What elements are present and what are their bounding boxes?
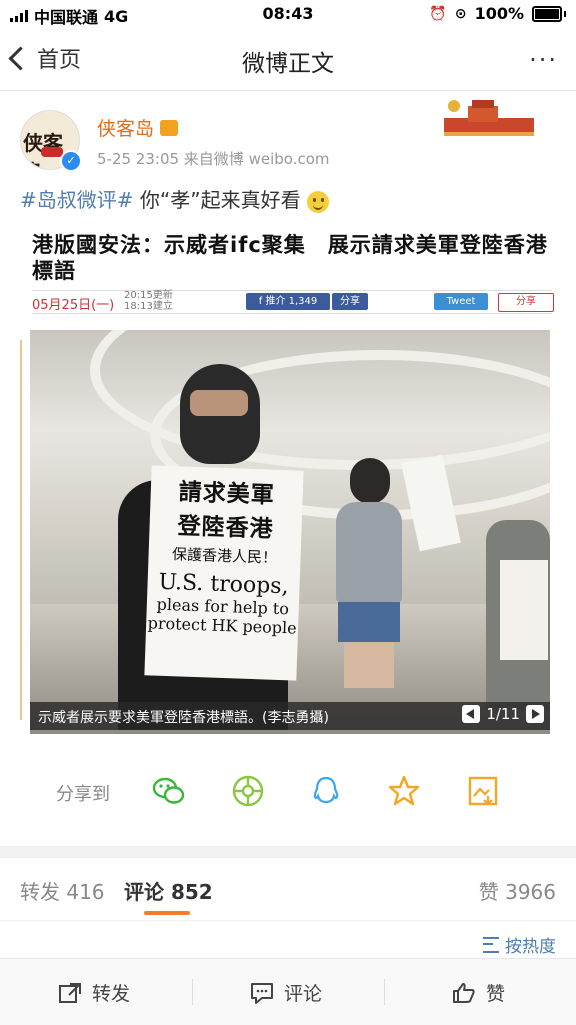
rotation-lock-icon: ⊙: [454, 5, 467, 22]
section-divider: [0, 846, 576, 858]
battery-icon: [532, 5, 562, 22]
verified-badge-icon: ✓: [60, 150, 82, 172]
comment-label: 评论: [284, 983, 323, 1005]
tab-like[interactable]: 赞 3966: [479, 876, 556, 905]
wechat-icon[interactable]: [152, 774, 186, 808]
interaction-tabs: 转发 416 评论 852 赞 3966: [0, 858, 576, 921]
facebook-share-button: 分享: [332, 293, 368, 310]
qq-icon[interactable]: [309, 774, 343, 808]
facebook-like-button: f 推介 1,349: [246, 293, 330, 310]
repost-button[interactable]: 转发: [58, 979, 130, 1006]
alarm-icon: ⏰: [429, 5, 447, 22]
photo-caption-bar: 示威者展示要求美軍登陸香港標語。(李志勇攝) 1/11: [30, 702, 550, 730]
news-date: 05月25日(一): [32, 298, 115, 313]
bottom-separator: [384, 979, 385, 1005]
share-label: 分享到: [56, 784, 110, 805]
protester-2: [330, 458, 410, 688]
share-row: 分享到: [0, 760, 576, 820]
active-tab-underline: [144, 911, 190, 915]
repost-icon: [59, 982, 81, 1003]
battery-cap: [564, 10, 566, 17]
smile-emoji-icon: [306, 190, 329, 213]
great-wall-badge-icon: [444, 100, 534, 136]
nav-bar: 首页 微博正文 ···: [0, 28, 576, 91]
hashtag-link[interactable]: #岛叔微评#: [20, 188, 134, 212]
bottom-action-bar: 转发 评论 赞: [0, 958, 576, 1025]
sort-icon: [483, 936, 499, 953]
page-title: 微博正文: [242, 51, 334, 77]
protest-sign-3: [500, 560, 548, 660]
thumbs-up-icon: [453, 982, 475, 1003]
sort-label: 按热度: [505, 937, 556, 957]
bottom-separator: [192, 979, 193, 1005]
username-text: 侠客岛: [97, 118, 155, 140]
like-button[interactable]: 赞: [452, 979, 505, 1006]
status-bar: 中国联通 4G 08:43 ⏰ ⊙ 100%: [0, 0, 576, 28]
post-meta: 5-25 23:05 来自微博 weibo.com: [97, 150, 330, 168]
tab-comment[interactable]: 评论 852: [124, 876, 213, 905]
save-image-icon[interactable]: [466, 774, 500, 808]
repost-label: 转发: [92, 983, 131, 1005]
news-toolbar: 05月25日(一) 20:15更新 18:13建立 f 推介 1,349 分享 T…: [32, 290, 554, 314]
favorite-star-icon[interactable]: [387, 774, 421, 808]
photo-counter: 1/11: [462, 705, 544, 723]
vip-crown-icon: [160, 119, 179, 136]
tweet-button: Tweet: [434, 293, 488, 310]
sort-button[interactable]: 按热度: [483, 932, 556, 957]
avatar-seal: [41, 147, 63, 157]
post-text: #岛叔微评# 你“孝”起来真好看: [20, 184, 329, 213]
comment-button[interactable]: 评论: [250, 979, 322, 1006]
moments-icon[interactable]: [231, 774, 265, 808]
status-right: ⏰ ⊙ 100%: [429, 4, 566, 23]
like-label: 赞: [486, 983, 506, 1005]
battery-label: 100%: [474, 4, 524, 23]
weibo-share-button: 分享: [498, 293, 554, 312]
next-arrow-icon: [526, 705, 544, 723]
username[interactable]: 侠客岛: [97, 114, 179, 141]
news-photo: 請求美軍 登陸香港 保護香港人民！ U.S. troops, pleas for…: [30, 330, 550, 734]
news-headline: 港版國安法：示威者ifc聚集 展示請求美軍登陸香港標語: [32, 233, 548, 283]
more-icon[interactable]: ···: [529, 46, 558, 74]
prev-arrow-icon: [462, 705, 481, 723]
post-image[interactable]: 港版國安法：示威者ifc聚集 展示請求美軍登陸香港標語 05月25日(一) 20…: [22, 222, 556, 734]
comment-icon: [251, 982, 273, 1004]
post-body: 你“孝”起来真好看: [133, 188, 301, 212]
news-updated: 20:15更新 18:13建立: [124, 290, 173, 312]
protester-face: [190, 390, 248, 416]
tab-repost[interactable]: 转发 416: [20, 876, 105, 905]
photo-caption: 示威者展示要求美軍登陸香港標語。(李志勇攝): [38, 710, 329, 726]
protest-sign: 請求美軍 登陸香港 保護香港人民！ U.S. troops, pleas for…: [144, 465, 304, 681]
